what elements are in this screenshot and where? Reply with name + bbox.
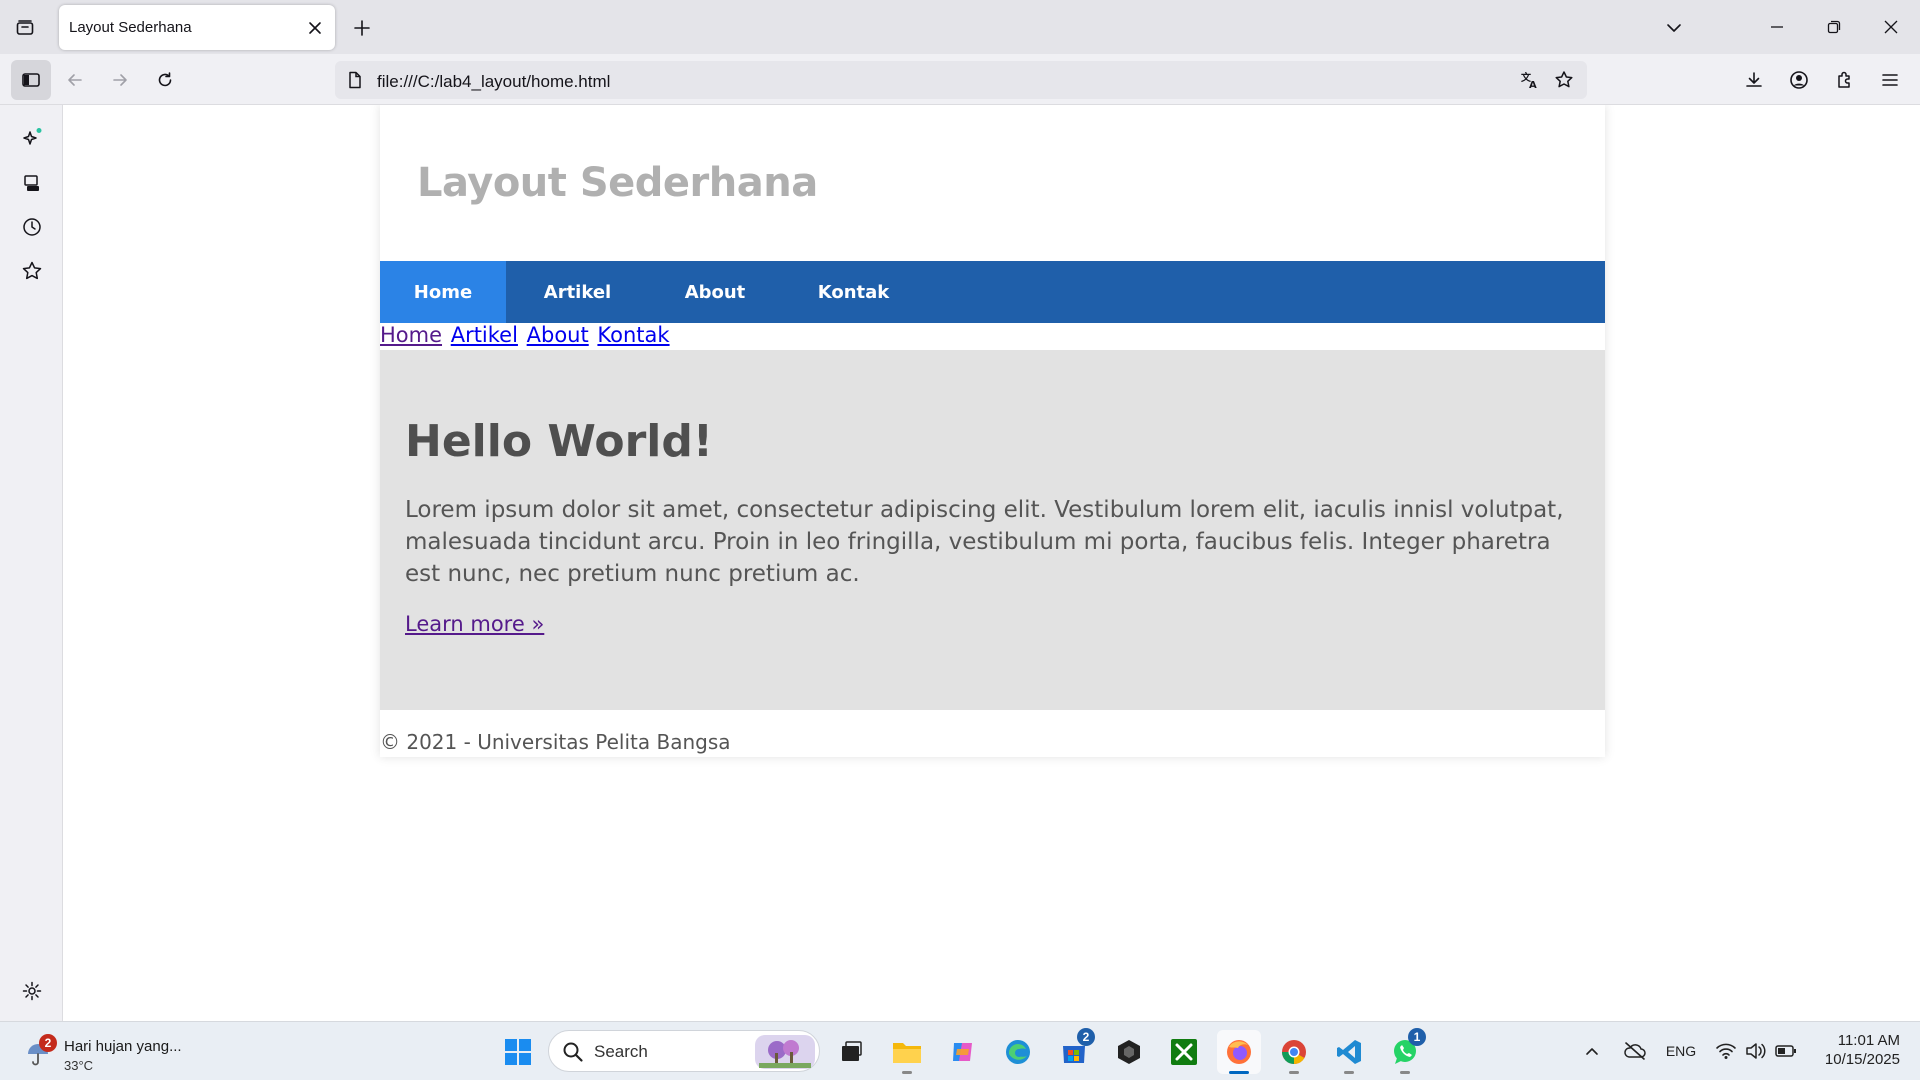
close-window-icon[interactable] bbox=[1868, 0, 1914, 54]
learn-more-link[interactable]: Learn more » bbox=[405, 612, 544, 636]
search-highlight-icon bbox=[755, 1035, 815, 1069]
hero-paragraph: Lorem ipsum dolor sit amet, consectetur … bbox=[405, 497, 1564, 587]
ai-chatbot-icon[interactable] bbox=[14, 120, 50, 156]
edge-icon[interactable] bbox=[996, 1030, 1040, 1074]
xbox-icon[interactable] bbox=[1162, 1030, 1206, 1074]
active-indicator bbox=[1229, 1071, 1249, 1074]
running-indicator bbox=[902, 1071, 912, 1074]
battery-icon[interactable] bbox=[1772, 1036, 1800, 1066]
account-icon[interactable] bbox=[1779, 60, 1819, 100]
store-badge: 2 bbox=[1077, 1028, 1095, 1046]
browser-tab-active[interactable]: Layout Sederhana bbox=[59, 5, 335, 50]
system-clock[interactable]: 11:01 AM 10/15/2025 bbox=[1800, 1032, 1900, 1068]
volume-icon[interactable] bbox=[1742, 1036, 1770, 1066]
bookmarks-icon[interactable] bbox=[14, 253, 50, 289]
footer-copyright: © 2021 - Universitas Pelita Bangsa bbox=[380, 730, 731, 754]
task-view-icon[interactable] bbox=[829, 1030, 873, 1074]
nav-toolbar: file:///C:/lab4_layout/home.html 文A bbox=[0, 54, 1920, 105]
weather-widget[interactable]: 2 Hari hujan yang... 33°C bbox=[22, 1030, 222, 1074]
hero-section: Hello World! Lorem ipsum dolor sit amet,… bbox=[380, 350, 1605, 710]
page-container: Layout Sederhana Home Artikel About Kont… bbox=[380, 105, 1605, 757]
link-about[interactable]: About bbox=[527, 323, 589, 347]
extensions-icon[interactable] bbox=[1825, 60, 1865, 100]
nav-kontak[interactable]: Kontak bbox=[781, 261, 926, 323]
url-bar[interactable]: file:///C:/lab4_layout/home.html 文A bbox=[335, 61, 1587, 99]
windows-start-icon[interactable] bbox=[496, 1030, 540, 1074]
tab-list-icon[interactable] bbox=[8, 11, 42, 45]
clock-time: 11:01 AM bbox=[1837, 1032, 1900, 1049]
menu-icon[interactable] bbox=[1870, 60, 1910, 100]
file-explorer-icon[interactable] bbox=[885, 1030, 929, 1074]
restore-icon[interactable] bbox=[1811, 0, 1857, 54]
reload-icon[interactable] bbox=[145, 60, 185, 100]
plain-link-list: Home Artikel About Kontak bbox=[380, 323, 672, 351]
back-icon[interactable] bbox=[55, 60, 95, 100]
clock-date: 10/15/2025 bbox=[1824, 1051, 1900, 1068]
chrome-icon[interactable] bbox=[1272, 1030, 1316, 1074]
taskbar-search[interactable]: Search bbox=[548, 1030, 820, 1072]
close-tab-icon[interactable] bbox=[303, 16, 327, 40]
unity-hub-icon[interactable] bbox=[1107, 1030, 1151, 1074]
language-indicator[interactable]: ENG bbox=[1660, 1036, 1702, 1066]
taskbar: 2 Hari hujan yang... 33°C Search 2 1 ENG… bbox=[0, 1021, 1920, 1080]
whatsapp-badge: 1 bbox=[1408, 1028, 1426, 1046]
link-kontak[interactable]: Kontak bbox=[597, 323, 669, 347]
nav-home[interactable]: Home bbox=[380, 261, 506, 323]
svg-text:A: A bbox=[1529, 80, 1537, 90]
site-title: Layout Sederhana bbox=[417, 160, 818, 206]
running-indicator bbox=[1289, 1071, 1299, 1074]
nav-about[interactable]: About bbox=[649, 261, 781, 323]
search-label: Search bbox=[594, 1042, 648, 1061]
bookmark-star-icon[interactable] bbox=[1554, 70, 1574, 90]
url-text: file:///C:/lab4_layout/home.html bbox=[377, 72, 611, 91]
settings-gear-icon[interactable] bbox=[14, 973, 50, 1009]
tab-title: Layout Sederhana bbox=[69, 19, 192, 36]
browser-sidebar bbox=[0, 105, 63, 1021]
sidebar-toggle-icon[interactable] bbox=[11, 60, 51, 100]
history-icon[interactable] bbox=[14, 209, 50, 245]
running-indicator bbox=[1344, 1071, 1354, 1074]
weather-temp: 33°C bbox=[64, 1058, 94, 1073]
wifi-icon[interactable] bbox=[1712, 1036, 1740, 1066]
link-home[interactable]: Home bbox=[380, 323, 442, 347]
weather-title: Hari hujan yang... bbox=[64, 1038, 182, 1055]
translate-icon[interactable]: 文A bbox=[1520, 70, 1540, 90]
running-indicator bbox=[1400, 1071, 1410, 1074]
download-icon[interactable] bbox=[1734, 60, 1774, 100]
vscode-icon[interactable] bbox=[1327, 1030, 1371, 1074]
weather-badge: 2 bbox=[39, 1034, 57, 1052]
tab-strip: Layout Sederhana bbox=[0, 0, 1920, 54]
ms-store-icon[interactable]: 2 bbox=[1052, 1028, 1096, 1074]
chevron-up-icon[interactable] bbox=[1578, 1036, 1606, 1066]
new-tab-icon[interactable] bbox=[346, 12, 378, 44]
whatsapp-icon[interactable]: 1 bbox=[1383, 1028, 1427, 1074]
site-header: Layout Sederhana bbox=[380, 105, 1605, 261]
page-icon bbox=[347, 71, 363, 89]
firefox-icon[interactable] bbox=[1217, 1030, 1261, 1074]
forward-icon[interactable] bbox=[100, 60, 140, 100]
minimize-icon[interactable] bbox=[1754, 0, 1800, 54]
nav-artikel[interactable]: Artikel bbox=[506, 261, 649, 323]
copilot-icon[interactable] bbox=[941, 1030, 985, 1074]
chevron-down-icon[interactable] bbox=[1656, 12, 1692, 44]
page-viewport: Layout Sederhana Home Artikel About Kont… bbox=[63, 105, 1920, 1021]
search-icon bbox=[562, 1041, 584, 1063]
hero-title: Hello World! bbox=[405, 416, 713, 467]
site-nav: Home Artikel About Kontak bbox=[380, 261, 1605, 323]
cloud-off-icon[interactable] bbox=[1618, 1036, 1652, 1066]
link-artikel[interactable]: Artikel bbox=[451, 323, 518, 347]
synced-tabs-icon[interactable] bbox=[14, 165, 50, 201]
